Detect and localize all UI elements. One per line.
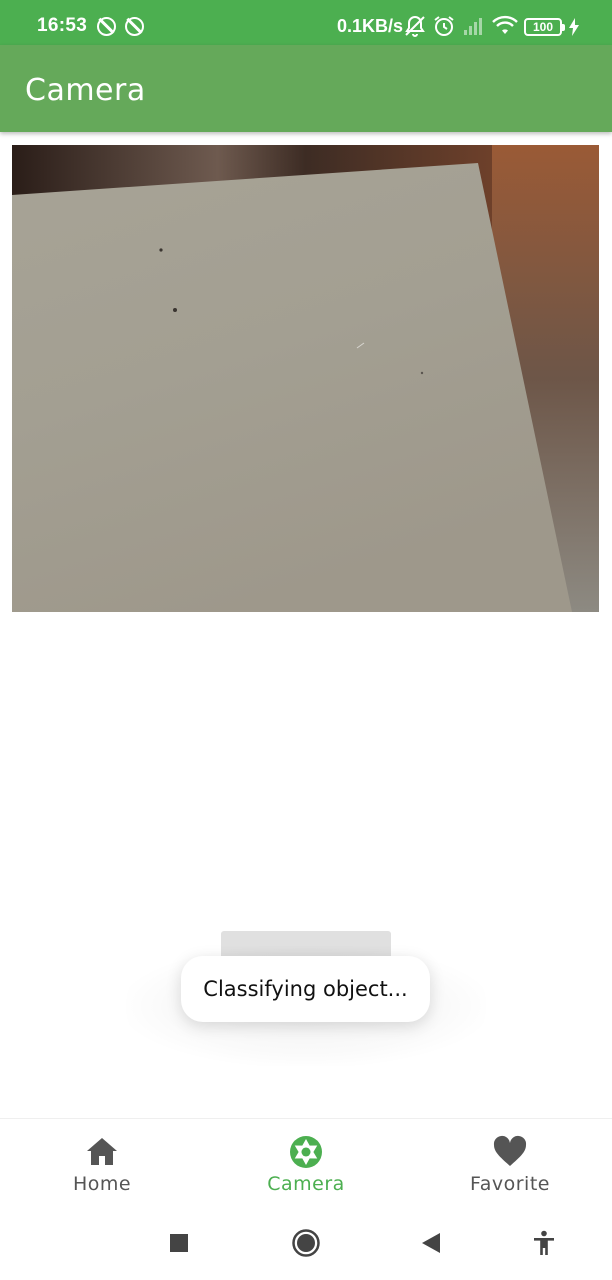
sync-off-icon xyxy=(97,17,116,36)
charging-icon xyxy=(569,18,579,36)
bell-off-icon xyxy=(405,15,425,37)
nav-item-favorite[interactable]: Favorite xyxy=(408,1119,612,1207)
app-bar: Camera xyxy=(0,45,612,132)
battery-icon: 100 xyxy=(524,18,565,36)
bottom-navigation: Home Camera Favorite xyxy=(0,1118,612,1206)
back-triangle-icon[interactable] xyxy=(421,1232,441,1254)
nav-item-home[interactable]: Home xyxy=(0,1119,204,1207)
page-title: Camera xyxy=(25,73,146,108)
nav-label-home: Home xyxy=(72,1173,132,1195)
camera-aperture-icon xyxy=(290,1136,322,1168)
camera-preview[interactable] xyxy=(12,145,599,612)
heart-icon xyxy=(493,1135,527,1166)
wifi-icon xyxy=(492,15,518,34)
sync-off-icon xyxy=(125,17,144,36)
nav-label-favorite: Favorite xyxy=(470,1173,550,1195)
status-bar: 16:53 0.1KB/s 100 xyxy=(0,0,612,45)
accessibility-icon[interactable] xyxy=(532,1230,556,1256)
status-time: 16:53 xyxy=(37,15,88,36)
home-circle-icon[interactable] xyxy=(291,1228,321,1258)
home-icon xyxy=(87,1138,117,1165)
system-navigation-bar xyxy=(0,1206,612,1280)
network-speed: 0.1KB/s xyxy=(337,16,404,36)
alarm-icon xyxy=(434,16,454,36)
toast-message: Classifying object... xyxy=(181,956,430,1022)
nav-label-camera: Camera xyxy=(267,1173,345,1195)
camera-feed-image xyxy=(12,145,599,612)
signal-icon xyxy=(464,18,482,35)
recents-square-icon[interactable] xyxy=(169,1233,189,1253)
nav-item-camera[interactable]: Camera xyxy=(204,1119,408,1207)
